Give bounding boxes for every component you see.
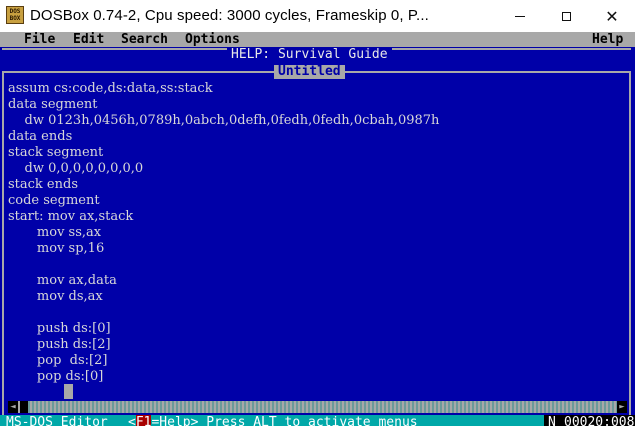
code-line[interactable]: dw 0123h,0456h,0789h,0abch,0defh,0fedh,0… bbox=[8, 113, 623, 129]
menu-help[interactable]: Help bbox=[592, 32, 623, 47]
code-line[interactable]: start: mov ax,stack bbox=[8, 209, 623, 225]
menu-file[interactable]: File bbox=[24, 32, 55, 47]
menu-options[interactable]: Options bbox=[185, 32, 240, 47]
menu-bar: File Edit Search Options Help bbox=[0, 32, 635, 47]
code-line[interactable] bbox=[8, 305, 623, 321]
menu-search[interactable]: Search bbox=[121, 32, 168, 47]
maximize-button[interactable] bbox=[543, 0, 589, 32]
code-line[interactable]: stack segment bbox=[8, 145, 623, 161]
code-line[interactable]: assum cs:code,ds:data,ss:stack bbox=[8, 81, 623, 97]
code-editor-area[interactable]: assum cs:code,ds:data,ss:stack data segme… bbox=[8, 81, 623, 385]
code-line[interactable]: push ds:[0] bbox=[8, 321, 623, 337]
help-window-title[interactable]: HELP: Survival Guide bbox=[227, 47, 392, 63]
status-hint-f1-key: F1 bbox=[135, 415, 152, 426]
status-cursor-position: 00020:008 bbox=[560, 415, 635, 426]
window-title: DOSBox 0.74-2, Cpu speed: 3000 cycles, F… bbox=[30, 7, 429, 24]
editor-left-border bbox=[2, 71, 4, 426]
close-button[interactable]: ✕ bbox=[589, 0, 635, 32]
code-line[interactable]: mov ax,data bbox=[8, 273, 623, 289]
code-line[interactable]: dw 0,0,0,0,0,0,0,0 bbox=[8, 161, 623, 177]
code-line[interactable]: data segment bbox=[8, 97, 623, 113]
code-line[interactable]: code segment bbox=[8, 193, 623, 209]
code-line[interactable]: data ends bbox=[8, 129, 623, 145]
code-line[interactable]: pop ds:[2] bbox=[8, 353, 623, 369]
scroll-left-arrow-icon[interactable]: ◄ bbox=[8, 401, 18, 413]
window-title-bar[interactable]: DOS BOX DOSBox 0.74-2, Cpu speed: 3000 c… bbox=[0, 0, 635, 32]
text-cursor bbox=[64, 384, 73, 399]
code-line[interactable]: stack ends bbox=[8, 177, 623, 193]
scrollbar-thumb[interactable] bbox=[20, 401, 28, 413]
code-line[interactable]: mov sp,16 bbox=[8, 241, 623, 257]
minimize-icon bbox=[515, 15, 525, 17]
horizontal-scrollbar[interactable] bbox=[8, 401, 627, 413]
status-bar: MS-DOS Editor <F1=Help> Press ALT to act… bbox=[0, 415, 635, 426]
dos-screen[interactable]: File Edit Search Options Help HELP: Surv… bbox=[0, 32, 635, 426]
code-line[interactable]: mov ss,ax bbox=[8, 225, 623, 241]
code-line[interactable]: pop ds:[0] bbox=[8, 369, 623, 385]
editor-file-title[interactable]: Untitled bbox=[274, 65, 345, 79]
editor-right-border bbox=[629, 71, 631, 426]
code-line[interactable] bbox=[8, 257, 623, 273]
status-hint: <F1=Help> Press ALT to activate menus bbox=[128, 415, 418, 426]
minimize-button[interactable] bbox=[497, 0, 543, 32]
status-app-name: MS-DOS Editor bbox=[6, 415, 108, 426]
scroll-right-arrow-icon[interactable]: ► bbox=[617, 401, 627, 413]
status-hint-open: < bbox=[128, 415, 136, 426]
dosbox-icon: DOS BOX bbox=[6, 6, 24, 24]
code-line[interactable]: push ds:[2] bbox=[8, 337, 623, 353]
close-icon: ✕ bbox=[605, 6, 619, 26]
menu-edit[interactable]: Edit bbox=[73, 32, 104, 47]
status-mode-flag: N bbox=[544, 415, 560, 426]
code-line[interactable]: mov ds,ax bbox=[8, 289, 623, 305]
status-hint-text: =Help> Press ALT to activate menus bbox=[151, 415, 418, 426]
maximize-icon bbox=[561, 11, 571, 21]
